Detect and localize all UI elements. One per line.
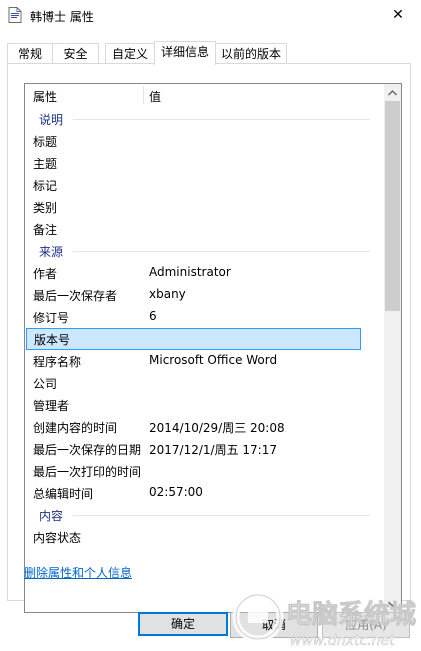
property-key: 修订号 [33,311,70,325]
property-row[interactable]: 主题 [25,152,382,174]
property-row[interactable]: 管理者 [25,394,382,416]
property-row[interactable]: 内容状态 [25,526,382,548]
property-row-selected[interactable]: 版本号 [26,328,361,350]
property-value[interactable]: 2017/12/1/周五 17:17 [149,441,277,458]
tab-general[interactable]: 常规 [7,43,53,64]
remove-properties-link[interactable]: 删除属性和个人信息 [24,564,132,581]
group-origin: 来源 [25,240,382,262]
column-header-value[interactable]: 值 [149,88,161,105]
property-row[interactable]: 创建内容的时间 2014/10/29/周三 20:08 [25,416,382,438]
column-header-property[interactable]: 属性 [33,88,57,105]
close-icon: ✕ [392,7,404,23]
property-row[interactable]: 公司 [25,372,382,394]
tab-custom[interactable]: 自定义 [105,43,155,64]
ok-button[interactable]: 确定 [138,612,228,636]
property-key: 最后一次保存的日期 [33,443,142,457]
property-key: 最后一次打印的时间 [33,465,142,479]
tab-previous-versions[interactable]: 以前的版本 [215,43,287,64]
property-value[interactable]: 02:57:00 [149,485,203,499]
document-icon [8,7,22,23]
tab-security[interactable]: 安全 [52,43,99,64]
group-divider [73,515,370,516]
property-row[interactable]: 最后一次打印的时间 [25,460,382,482]
property-key: 内容状态 [33,531,82,545]
property-value[interactable]: 6 [149,309,157,323]
property-key: 版本号 [34,333,71,347]
property-row[interactable]: 作者 Administrator [25,262,382,284]
chevron-down-icon [388,601,397,607]
vertical-scrollbar[interactable] [384,84,401,612]
property-key: 创建内容的时间 [33,421,118,435]
chevron-up-icon [388,89,397,95]
scrollbar-thumb[interactable] [385,101,400,311]
property-row[interactable]: 备注 [25,218,382,240]
group-label: 来源 [39,245,64,259]
property-key: 备注 [33,223,58,237]
scroll-up-button[interactable] [384,84,401,101]
scroll-down-button[interactable] [384,595,401,612]
window-title: 韩博士 属性 [30,10,94,24]
details-panel: 属性 值 说明 标题 主题 标记 类别 备注 来源 作者 Administrato… [7,63,411,613]
property-row[interactable]: 标题 [25,130,382,152]
property-row[interactable]: 最后一次保存的日期 2017/12/1/周五 17:17 [25,438,382,460]
property-key: 总编辑时间 [33,487,94,501]
property-value[interactable]: xbany [149,287,186,301]
group-label: 说明 [39,113,64,127]
property-key: 类别 [33,201,58,215]
close-button[interactable]: ✕ [375,0,421,30]
property-row[interactable]: 标记 [25,174,382,196]
group-label: 内容 [39,509,64,523]
cancel-button[interactable]: 取消 [230,612,318,638]
property-row[interactable]: 类别 [25,196,382,218]
property-key: 标记 [33,179,58,193]
list-header: 属性 值 [25,84,382,107]
property-value[interactable]: Microsoft Office Word [149,353,277,367]
title-bar[interactable]: 韩博士 属性 ✕ [0,0,421,30]
property-key: 程序名称 [33,355,82,369]
property-list[interactable]: 属性 值 说明 标题 主题 标记 类别 备注 来源 作者 Administrato… [24,83,402,613]
group-divider [73,119,370,120]
property-key: 最后一次保存者 [33,289,118,303]
tab-details[interactable]: 详细信息 [154,41,216,65]
property-row[interactable]: 修订号 6 [25,306,382,328]
property-value[interactable]: 2014/10/29/周三 20:08 [149,419,285,436]
property-row[interactable]: 最后一次保存者 xbany [25,284,382,306]
properties-dialog: 韩博士 属性 ✕ 常规 安全 自定义 详细信息 以前的版本 属性 值 说明 标题… [0,0,421,651]
property-value[interactable]: Administrator [149,265,231,279]
property-row[interactable]: 总编辑时间 02:57:00 [25,482,382,504]
property-key: 作者 [33,267,58,281]
property-key: 主题 [33,157,58,171]
group-content: 内容 [25,504,382,526]
apply-button[interactable]: 应用(A) [322,612,410,638]
group-description: 说明 [25,108,382,130]
column-divider[interactable] [143,86,144,104]
property-row[interactable]: 程序名称 Microsoft Office Word [25,350,382,372]
property-key: 公司 [33,377,58,391]
group-divider [73,251,370,252]
property-key: 管理者 [33,399,70,413]
property-key: 标题 [33,135,58,149]
